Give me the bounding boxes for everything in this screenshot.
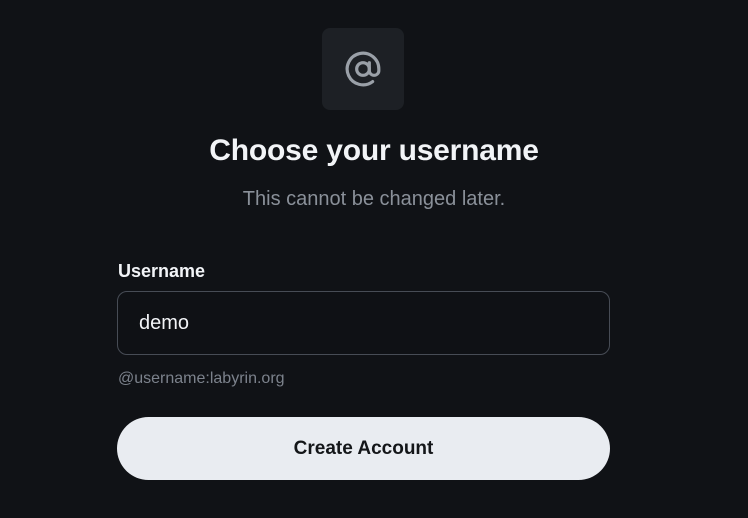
username-icon-tile [322, 28, 404, 110]
username-field[interactable] [117, 291, 610, 355]
page-title: Choose your username [209, 134, 539, 167]
page-subtitle: This cannot be changed later. [242, 188, 506, 210]
username-label: Username [118, 261, 206, 281]
create-account-button[interactable]: Create Account [117, 417, 610, 480]
at-sign-icon [344, 50, 382, 88]
username-input[interactable] [139, 311, 579, 335]
username-hint: @username:labyrin.org [118, 370, 285, 387]
